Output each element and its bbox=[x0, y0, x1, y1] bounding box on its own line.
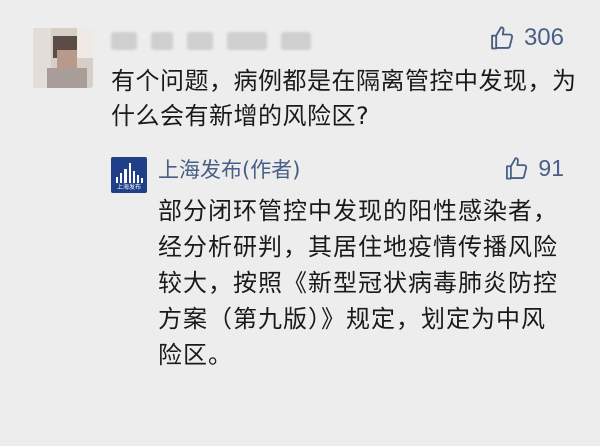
comment-thread: 306 有个问题，病例都是在隔离管控中发现，为什么会有新增的风险区? 上海发布 … bbox=[0, 0, 600, 446]
blurred-name-part bbox=[227, 32, 267, 50]
reply-like-button[interactable]: 91 bbox=[503, 155, 564, 182]
commenter-name-blurred[interactable] bbox=[111, 28, 311, 54]
blurred-name-part bbox=[111, 32, 137, 50]
reply-text: 部分闭环管控中发现的阳性感染者，经分析研判，其居住地疫情传播风险较大，按照《新型… bbox=[158, 197, 558, 369]
comment-like-button[interactable]: 306 bbox=[488, 24, 564, 52]
blurred-name-part bbox=[151, 32, 173, 50]
reply-author-name[interactable]: 上海发布(作者) bbox=[158, 156, 300, 184]
author-logo-caption: 上海发布 bbox=[116, 184, 141, 191]
thumbs-up-icon bbox=[503, 155, 530, 182]
thumbs-up-icon bbox=[488, 24, 516, 52]
blurred-name-part bbox=[281, 32, 311, 50]
reply-like-count: 91 bbox=[538, 155, 564, 181]
blurred-name-part bbox=[187, 32, 213, 50]
comment-like-count: 306 bbox=[523, 24, 564, 51]
author-avatar[interactable]: 上海发布 bbox=[111, 157, 147, 193]
comment-text: 有个问题，病例都是在隔离管控中发现，为什么会有新增的风险区? bbox=[111, 67, 577, 130]
commenter-avatar[interactable] bbox=[33, 28, 93, 88]
